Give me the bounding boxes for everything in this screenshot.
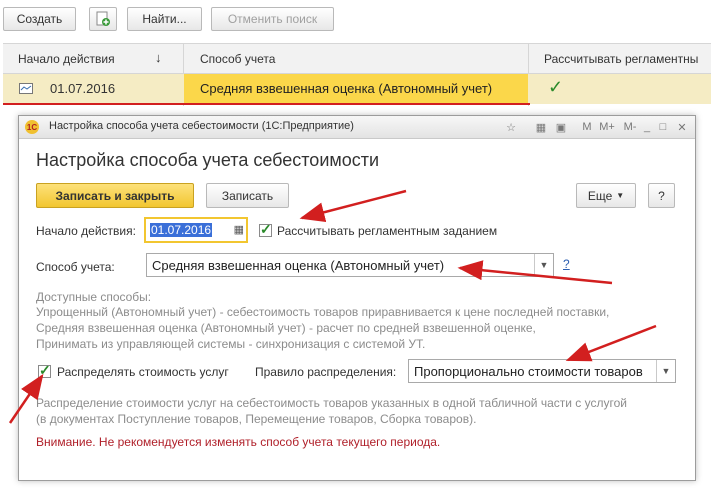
arrow-to-calc-checkbox [299, 189, 407, 223]
arrow-to-method-select [457, 260, 613, 285]
arrow-to-distribute-checkbox [8, 373, 44, 424]
arrow-to-rule-select [565, 324, 657, 362]
annotation-arrows [8, 189, 657, 424]
